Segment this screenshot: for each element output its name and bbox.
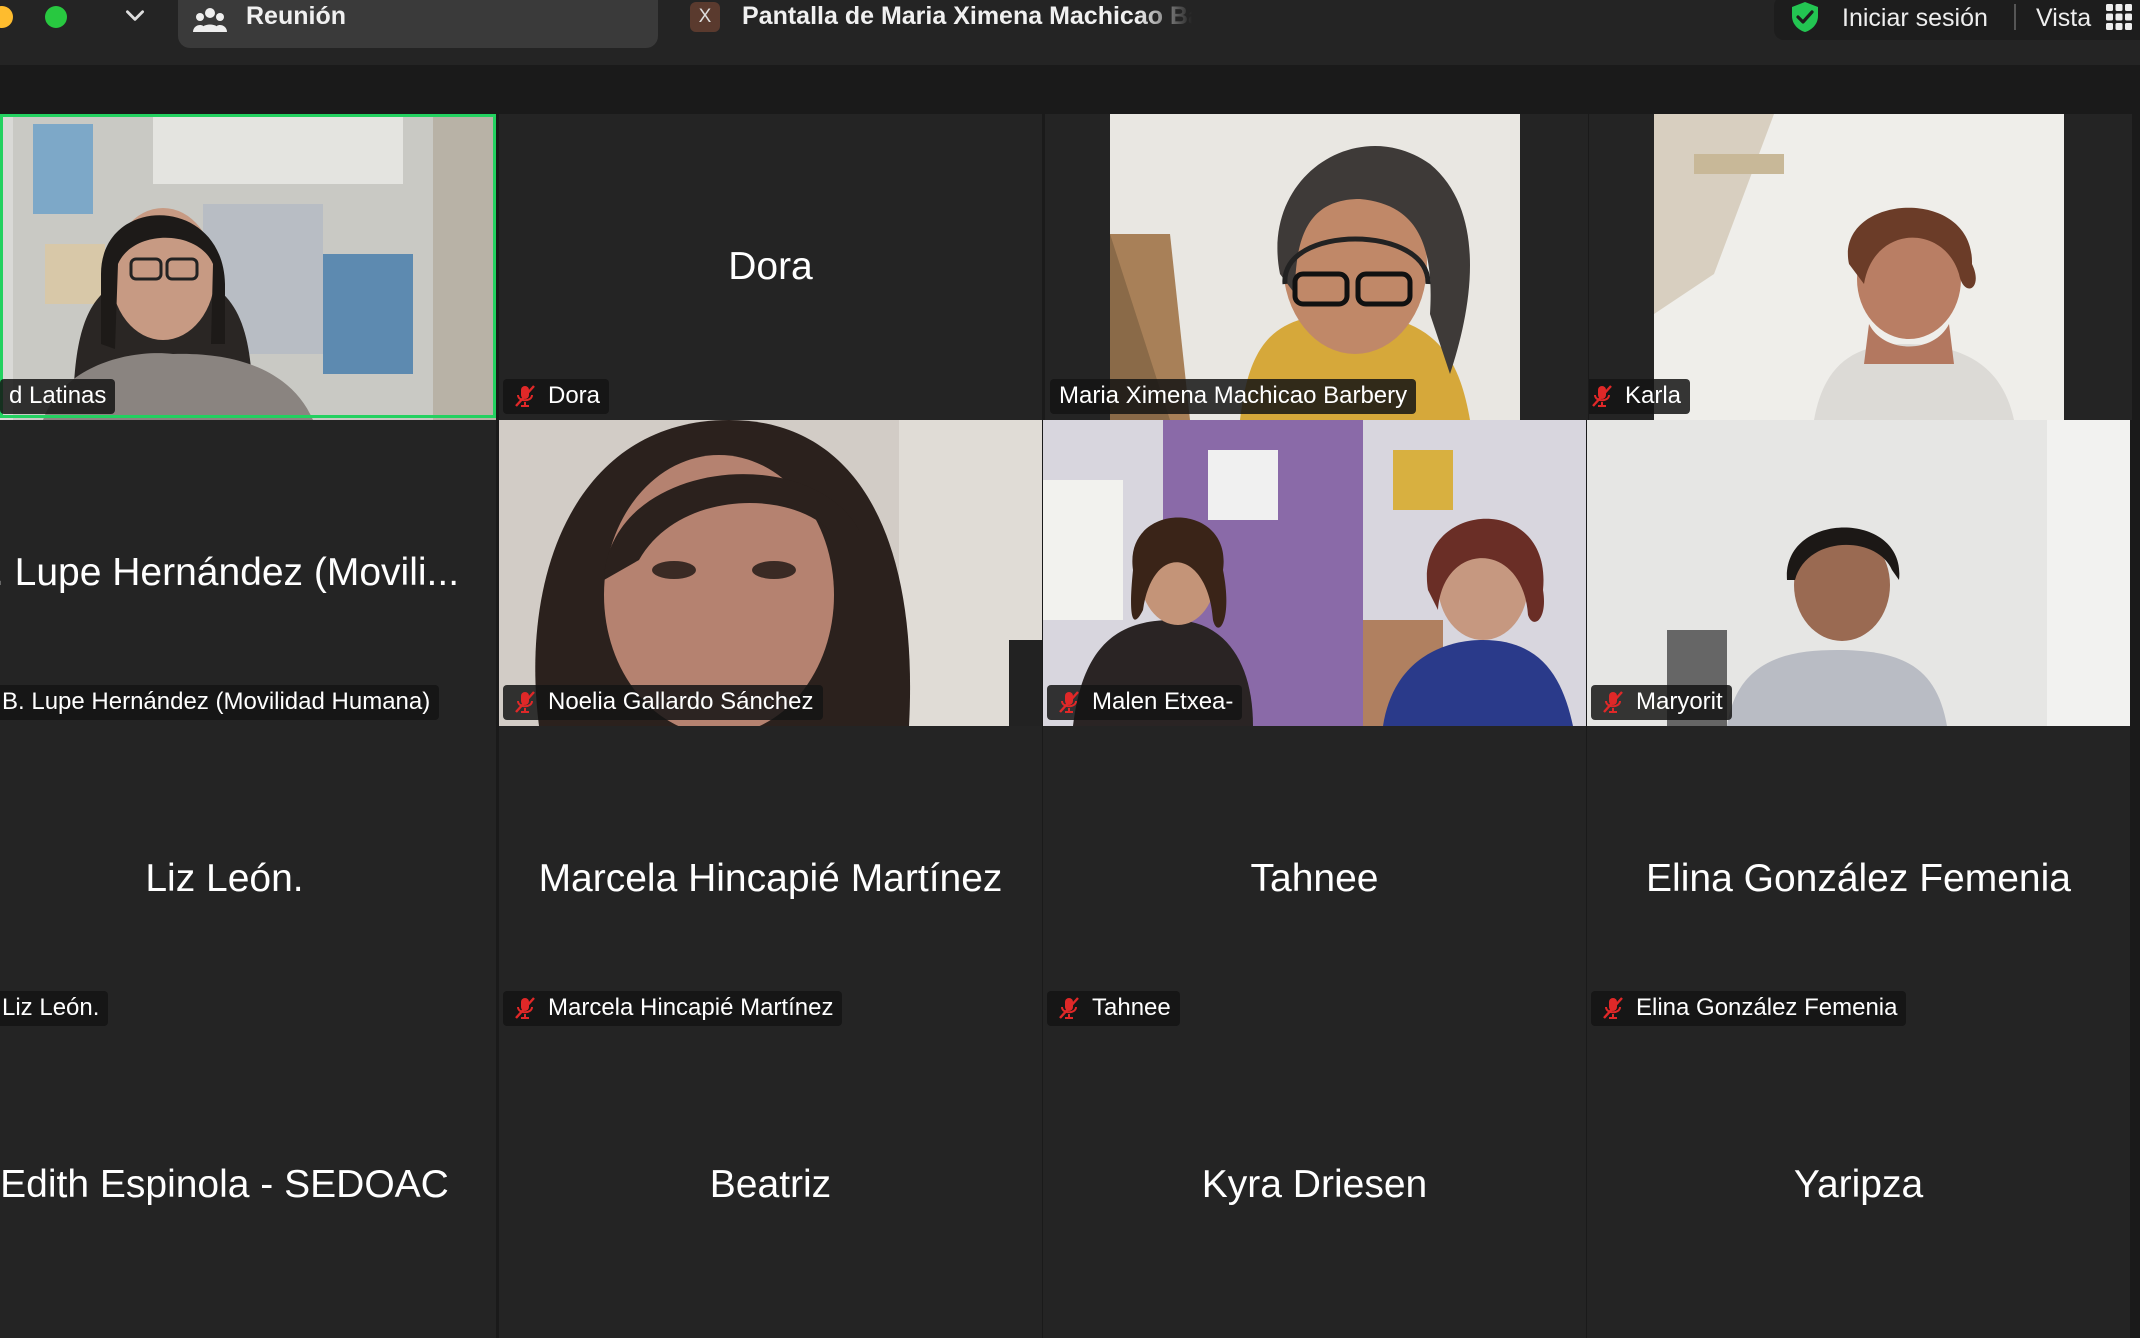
participant-center-name: Tahnee [1250,857,1379,900]
participant-tile-marcela-hincapie[interactable]: Marcela Hincapié Martínez Marcela Hincap… [499,726,1042,1032]
participant-tile-noelia-gallardo[interactable]: Noelia Gallardo Sánchez [499,420,1042,726]
maximize-window-button[interactable] [45,6,67,28]
microphone-muted-icon [1059,997,1079,1019]
tab-meeting[interactable]: Reunión [178,0,658,48]
participant-tile-liz-leon[interactable]: Liz León. Liz León. [0,726,496,1032]
tab-screen-share-label: Pantalla de Maria Ximena Machicao Barber… [742,2,1192,30]
participant-name-tag: d Latinas [0,379,116,414]
participant-center-name: . Lupe Hernández (Movili... [0,551,460,594]
participant-tile-elina-gonzalez[interactable]: Elina González Femenia Elina González Fe… [1587,726,2130,1032]
title-bar: Reunión X Pantalla de Maria Ximena Machi… [0,0,2140,65]
participants-icon [193,8,227,32]
participant-name-tag: Dora [503,379,610,414]
microphone-muted-icon [1603,691,1623,713]
participant-tile-kyra-driesen[interactable]: Kyra Driesen [1043,1032,1586,1338]
participant-tile-lupe-hernandez[interactable]: . Lupe Hernández (Movili... B. Lupe Hern… [0,420,496,726]
participant-center-name: Kyra Driesen [1201,1163,1428,1206]
participant-name: Karla [1625,382,1682,409]
participant-video [1587,420,2130,726]
microphone-muted-icon [515,997,535,1019]
account-controls: Iniciar sesión Vista [1774,0,2140,40]
participant-center-name: Dora [728,245,813,288]
participant-video [0,114,496,420]
divider [2014,4,2016,30]
participant-center-name: Marcela Hincapié Martínez [538,857,1003,900]
gallery-grid-icon[interactable] [2104,2,2134,32]
participant-name-tag: Maryorit [1591,685,1732,720]
participant-center-name: Beatriz [709,1163,832,1206]
participant-video [1654,114,2064,420]
participant-name: Marcela Hincapié Martínez [548,994,834,1021]
chevron-down-icon[interactable] [122,2,148,28]
participant-name-tag: Malen Etxea- [1047,685,1243,720]
participant-name: Maria Ximena Machicao Barbery [1059,382,1408,409]
participant-name: Liz León. [2,994,100,1021]
participant-video [1043,420,1586,726]
participant-center-name: Yaripza [1793,1163,1924,1206]
close-tab-button[interactable]: X [690,2,720,32]
participant-name: Maryorit [1636,688,1723,715]
participant-tile-karla[interactable]: Karla [1589,114,2132,420]
participant-tile-beatriz[interactable]: Beatriz [499,1032,1042,1338]
participant-tile-maria-ximena[interactable]: Maria Ximena Machicao Barbery [1045,114,1588,420]
participant-center-name: Elina González Femenia [1646,857,2071,900]
participant-center-name: Edith Espinola - SEDOAC [0,1163,449,1206]
participant-name: d Latinas [9,382,107,409]
microphone-muted-icon [1592,385,1612,407]
view-button[interactable]: Vista [2036,4,2091,33]
participant-name-tag: Elina González Femenia [1591,991,1907,1026]
participant-name-tag: Marcela Hincapié Martínez [503,991,843,1026]
tab-meeting-label: Reunión [246,2,346,30]
microphone-muted-icon [515,691,535,713]
participant-video [499,420,1042,726]
participant-name-tag: Karla [1589,379,1691,414]
participant-tile-yaripza[interactable]: Yaripza [1587,1032,2130,1338]
minimize-window-button[interactable] [0,6,13,28]
participant-name: Malen Etxea- [1092,688,1234,715]
microphone-muted-icon [1603,997,1623,1019]
participant-tile-d-latinas[interactable]: d Latinas [0,114,496,420]
participant-name-tag: Tahnee [1047,991,1180,1026]
participant-name-tag: Noelia Gallardo Sánchez [503,685,823,720]
participant-name: B. Lupe Hernández (Movilidad Humana) [2,688,431,715]
microphone-muted-icon [515,385,535,407]
participant-tile-tahnee[interactable]: Tahnee Tahnee [1043,726,1586,1032]
participant-name-tag: B. Lupe Hernández (Movilidad Humana) [0,685,440,720]
participant-name: Noelia Gallardo Sánchez [548,688,814,715]
toolbar-spacer [0,65,2140,115]
participant-name: Elina González Femenia [1636,994,1898,1021]
participant-name-tag: Maria Ximena Machicao Barbery [1050,379,1417,414]
participant-center-name: Liz León. [145,857,304,900]
participant-video [1110,114,1520,420]
participant-tile-malen-etxea[interactable]: Malen Etxea- [1043,420,1586,726]
sign-in-button[interactable]: Iniciar sesión [1842,4,1988,33]
participant-name: Dora [548,382,601,409]
participant-name-tag: Liz León. [0,991,109,1026]
shield-check-icon[interactable] [1788,0,1822,34]
participant-tile-dora[interactable]: Dora Dora [499,114,1042,420]
participant-name: Tahnee [1092,994,1171,1021]
participant-tile-edith-espinola[interactable]: Edith Espinola - SEDOAC [0,1032,496,1338]
participant-tile-maryorit[interactable]: Maryorit [1587,420,2130,726]
microphone-muted-icon [1059,691,1079,713]
